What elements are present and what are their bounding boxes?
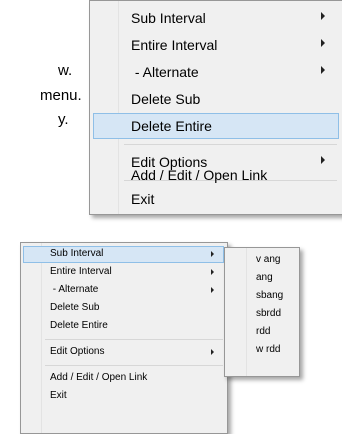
submenu-item-label: w rdd bbox=[256, 344, 281, 355]
background-text-line-3: y. bbox=[58, 111, 69, 128]
submenu-item-label: v ang bbox=[256, 254, 281, 265]
menu-item-label: Edit Options bbox=[50, 346, 105, 357]
submenu-arrow-icon bbox=[211, 287, 214, 293]
submenu-arrow-icon bbox=[211, 251, 214, 257]
submenu-flyout: v ang ang sbang sbrdd rdd w rdd bbox=[224, 247, 300, 377]
menu-item-alternate[interactable]: - Alternate bbox=[23, 282, 224, 299]
menu-separator bbox=[124, 144, 337, 145]
menu-item-delete-sub[interactable]: Delete Sub bbox=[23, 300, 224, 317]
submenu-item-v-ang[interactable]: v ang bbox=[227, 251, 297, 269]
submenu-item-label: rdd bbox=[256, 326, 271, 337]
submenu-arrow-icon bbox=[321, 12, 325, 20]
menu-item-label: Entire Interval bbox=[50, 266, 112, 277]
menu-item-exit[interactable]: Exit bbox=[23, 388, 224, 405]
menu-item-label: Exit bbox=[131, 191, 155, 207]
context-menu-small: Sub Interval Entire Interval - Alternate… bbox=[20, 242, 228, 434]
submenu-item-label: ang bbox=[256, 272, 273, 283]
submenu-arrow-icon bbox=[321, 66, 325, 74]
background-text-line-1: w. bbox=[58, 62, 73, 79]
menu-item-delete-entire[interactable]: Delete Entire bbox=[93, 113, 339, 139]
submenu-arrow-icon bbox=[321, 39, 325, 47]
menu-item-label: Add / Edit / Open Link bbox=[50, 372, 148, 383]
menu-item-label: Delete Entire bbox=[131, 118, 212, 134]
menu-separator bbox=[45, 365, 223, 366]
submenu-item-sbang[interactable]: sbang bbox=[227, 287, 297, 305]
menu-separator bbox=[45, 339, 223, 340]
menu-item-label: Entire Interval bbox=[131, 37, 218, 53]
menu-item-exit[interactable]: Exit bbox=[93, 187, 339, 213]
menu-item-delete-sub[interactable]: Delete Sub bbox=[93, 86, 339, 112]
menu-item-label: - Alternate bbox=[50, 284, 99, 295]
submenu-arrow-icon bbox=[211, 269, 214, 275]
menu-item-label: Delete Sub bbox=[50, 302, 100, 313]
menu-item-label: Delete Sub bbox=[131, 91, 201, 107]
menu-item-entire-interval[interactable]: Entire Interval bbox=[23, 264, 224, 281]
submenu-item-rdd[interactable]: rdd bbox=[227, 323, 297, 341]
submenu-item-label: sbrdd bbox=[256, 308, 282, 319]
menu-item-delete-entire[interactable]: Delete Entire bbox=[23, 318, 224, 335]
submenu-item-ang[interactable]: ang bbox=[227, 269, 297, 287]
menu-item-add-edit-open-link[interactable]: Add / Edit / Open Link bbox=[23, 370, 224, 387]
menu-item-add-edit-open-link[interactable]: Add / Edit / Open Link bbox=[93, 161, 339, 187]
background-text-line-2: menu. bbox=[40, 87, 82, 104]
submenu-arrow-icon bbox=[211, 349, 214, 355]
menu-item-label: - Alternate bbox=[131, 64, 199, 80]
menu-item-label: Exit bbox=[50, 390, 67, 401]
submenu-item-w-rdd[interactable]: w rdd bbox=[227, 341, 297, 359]
menu-item-alternate[interactable]: - Alternate bbox=[93, 59, 339, 85]
menu-item-label: Sub Interval bbox=[131, 10, 206, 26]
menu-item-edit-options[interactable]: Edit Options bbox=[23, 344, 224, 361]
menu-item-entire-interval[interactable]: Entire Interval bbox=[93, 32, 339, 58]
menu-item-sub-interval[interactable]: Sub Interval bbox=[93, 5, 339, 31]
menu-item-label: Sub Interval bbox=[50, 248, 104, 259]
menu-item-label: Delete Entire bbox=[50, 320, 108, 331]
menu-item-label: Add / Edit / Open Link bbox=[131, 167, 268, 183]
menu-item-sub-interval[interactable]: Sub Interval bbox=[23, 246, 224, 263]
submenu-item-sbrdd[interactable]: sbrdd bbox=[227, 305, 297, 323]
context-menu-large: Sub Interval Entire Interval - Alternate… bbox=[89, 0, 342, 215]
submenu-item-label: sbang bbox=[256, 290, 284, 301]
